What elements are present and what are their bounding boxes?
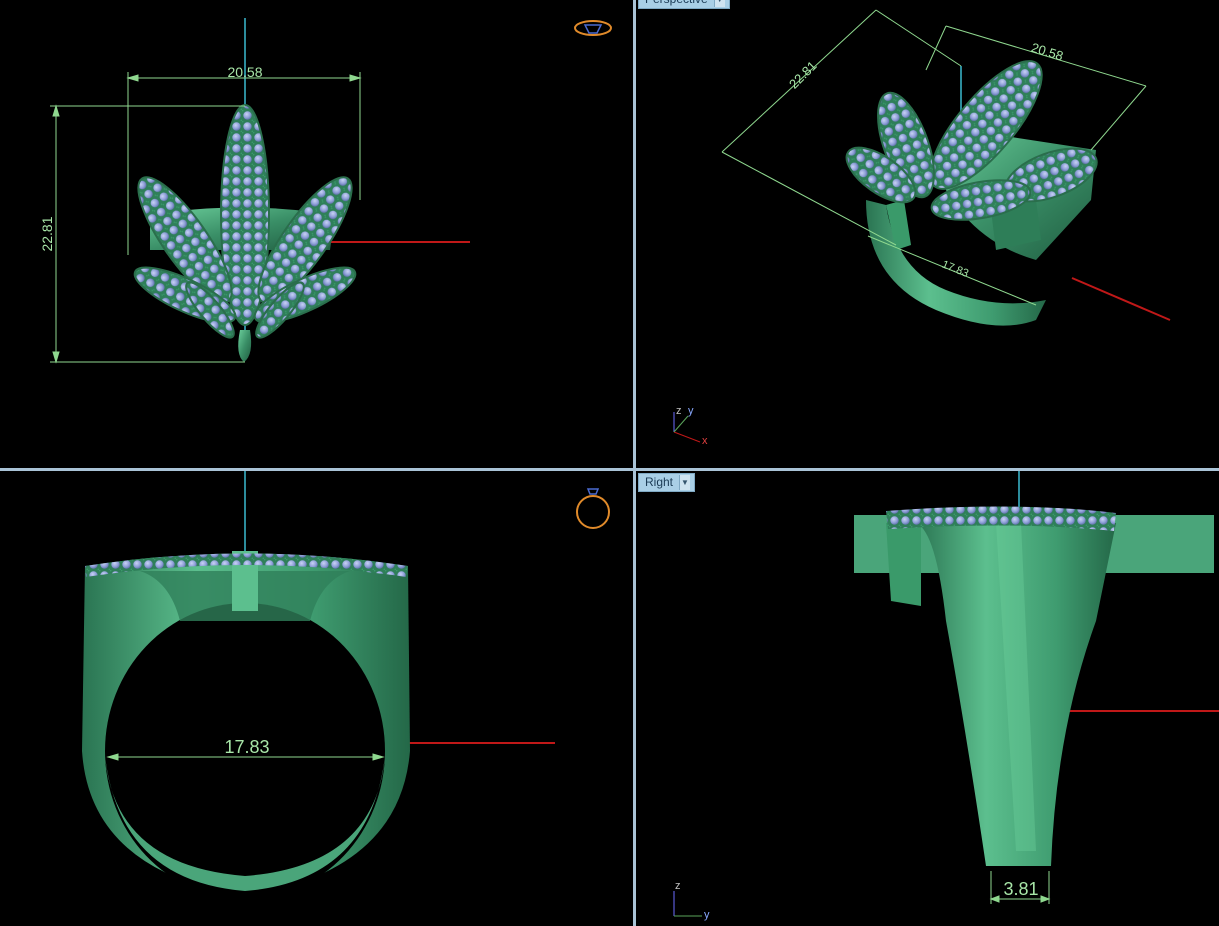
axis-gizmo-persp: z y x: [673, 405, 708, 447]
ring-front-model[interactable]: [82, 551, 410, 899]
axis-x-label: x: [702, 435, 708, 447]
right-view-canvas[interactable]: 3.81 z y: [636, 471, 1219, 926]
viewport-perspective[interactable]: Perspective ▼: [636, 0, 1219, 468]
ring-top-icon[interactable]: [574, 20, 612, 36]
dim-inner-text: 17.83: [224, 737, 269, 757]
dim-persp-a-text: 22.81: [786, 58, 820, 92]
leaf-ring-persp-model[interactable]: [838, 46, 1104, 326]
ring-front-icon[interactable]: [576, 488, 610, 529]
dim-persp-c-text: 17.83: [940, 258, 970, 279]
axis-y-label: y: [704, 909, 710, 921]
viewport-front[interactable]: 17.83: [0, 471, 633, 926]
viewport-divider-vertical[interactable]: [633, 0, 636, 926]
axis-gizmo-right: z y: [673, 880, 710, 921]
front-view-canvas[interactable]: 17.83: [0, 471, 633, 926]
viewport-divider-horizontal[interactable]: [0, 468, 1219, 471]
viewport-top[interactable]: 20.58 22.81: [0, 0, 633, 468]
axis-z-label: z: [675, 880, 681, 892]
perspective-view-canvas[interactable]: 22.81 20.58 17.83 z y x: [636, 0, 1219, 468]
viewport-right[interactable]: Right ▼ 3.81 z y: [636, 471, 1219, 926]
leaf-ring-top-model[interactable]: [124, 104, 366, 362]
dimension-persp-a[interactable]: [721, 9, 962, 246]
top-view-canvas[interactable]: 20.58 22.81: [0, 0, 633, 468]
axis-z-label: z: [676, 405, 682, 417]
ring-right-model[interactable]: [854, 506, 1214, 866]
axis-y-label: y: [688, 405, 694, 417]
dim-height-text: 22.81: [39, 216, 55, 251]
dim-persp-b-text: 20.58: [1030, 40, 1066, 64]
dim-width-text: 20.58: [227, 64, 262, 80]
dim-shank-text: 3.81: [1003, 879, 1038, 899]
x-axis-line: [1071, 277, 1171, 321]
